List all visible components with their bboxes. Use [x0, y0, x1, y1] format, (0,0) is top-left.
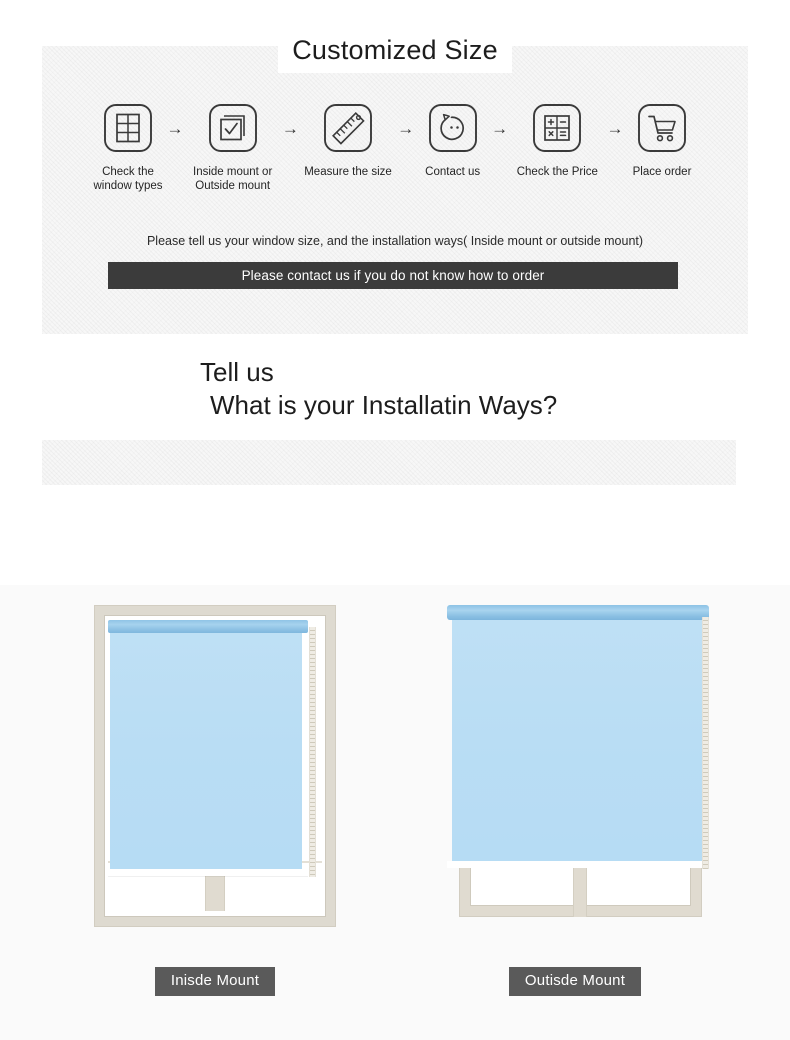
step-label: Inside mount or Outside mount	[193, 166, 273, 193]
step-arrow-5: →	[606, 119, 624, 138]
step-check-the-price[interactable]: Check the Price	[511, 100, 604, 179]
bead-chain[interactable]	[702, 617, 709, 869]
window-grid-icon	[100, 100, 156, 156]
contact-us-cta-bar[interactable]: Please contact us if you do not know how…	[108, 262, 678, 289]
step-check-window-types[interactable]: Check the window types	[92, 100, 164, 194]
outside-mount-card[interactable]: Outisde Mount	[405, 585, 745, 1040]
customized-size-panel: Customized Size Check the window types →	[42, 32, 748, 334]
contact-face-icon	[425, 100, 481, 156]
step-arrow-1: →	[166, 119, 184, 138]
shade-headrail	[108, 620, 308, 633]
page-title: Customized Size	[42, 32, 748, 73]
mount-comparison-section: Inisde Mount Outisde Mount	[0, 585, 790, 1040]
step-arrow-3: →	[397, 119, 415, 138]
step-place-order[interactable]: Place order	[626, 100, 698, 179]
shade-bottom-rail	[447, 861, 709, 868]
step-measure-the-size[interactable]: Measure the size	[301, 100, 394, 179]
step-label: Place order	[632, 166, 692, 178]
outside-mount-caption-text: Outisde Mount	[508, 967, 642, 996]
step-arrow-4: →	[491, 119, 509, 138]
inside-mount-caption-text: Inisde Mount	[154, 967, 276, 996]
calculator-icon	[529, 100, 585, 156]
heading-line-1: Tell us	[200, 357, 274, 387]
shade-bottom-rail	[108, 869, 308, 876]
steps-row: Check the window types → Inside mount or…	[92, 100, 698, 194]
inside-mount-card[interactable]: Inisde Mount	[45, 585, 385, 1040]
inside-mount-illustration	[94, 605, 336, 927]
installation-ways-heading: Tell us What is your Installatin Ways?	[0, 356, 790, 423]
outside-mount-illustration	[445, 597, 715, 927]
heading-line-2: What is your Installatin Ways?	[210, 390, 558, 421]
step-contact-us[interactable]: Contact us	[417, 100, 489, 179]
step-arrow-2: →	[281, 119, 299, 138]
shopping-cart-icon	[634, 100, 690, 156]
decorative-texture-band	[42, 440, 736, 485]
page-title-text: Customized Size	[278, 32, 512, 73]
ruler-icon	[320, 100, 376, 156]
inside-mount-caption: Inisde Mount	[45, 967, 385, 996]
roller-shade-fabric	[452, 611, 702, 863]
step-label: Contact us	[425, 166, 481, 178]
step-label: Check the Price	[516, 166, 598, 178]
step-inside-or-outside-mount[interactable]: Inside mount or Outside mount	[186, 100, 279, 194]
roller-shade-fabric	[110, 621, 302, 871]
instruction-note: Please tell us your window size, and the…	[146, 234, 644, 248]
step-label: Measure the size	[304, 166, 392, 178]
step-label: Check the window types	[93, 166, 163, 193]
outside-mount-caption: Outisde Mount	[405, 967, 745, 996]
shade-headrail	[447, 605, 709, 620]
checkbox-layers-icon	[205, 100, 261, 156]
bead-chain[interactable]	[309, 627, 316, 877]
